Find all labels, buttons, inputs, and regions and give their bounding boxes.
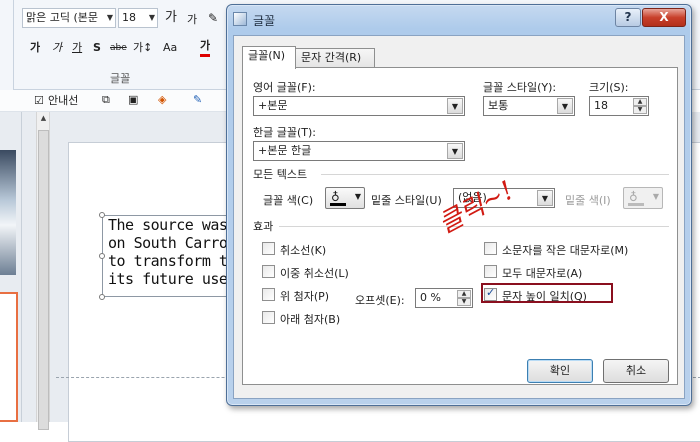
paint-bucket-icon: ♁ — [629, 190, 638, 204]
help-button[interactable]: ? — [615, 8, 641, 27]
font-color-swatch — [330, 203, 346, 206]
dialog-title: 글꼴 — [253, 14, 276, 28]
resize-handle[interactable] — [99, 253, 105, 259]
chevron-down-icon[interactable]: ▼ — [557, 98, 573, 114]
spin-up-icon[interactable]: ▲ — [457, 290, 471, 298]
slide-text-line: its future use as — [108, 270, 242, 288]
view-toolbar: ☑ 안내선 ⧉ ▣ ◈ ✎ — [0, 90, 230, 112]
latin-font-combo[interactable]: +본문 ▼ — [253, 96, 465, 116]
subscript-label[interactable]: 아래 첨자(B) — [280, 311, 340, 327]
guides-label: 안내선 — [48, 94, 79, 107]
shrink-font-button[interactable]: 가 — [187, 12, 197, 28]
font-group-label: 글꼴 — [110, 72, 131, 85]
font-color-button[interactable]: 가 — [200, 38, 211, 57]
picture-icon[interactable]: ▣ — [128, 92, 138, 108]
font-style-value: 보통 — [488, 99, 509, 112]
ribbon-left-edge — [0, 0, 14, 90]
dialog-app-icon — [233, 12, 247, 26]
slide-text-box[interactable]: The source was a on South Carroli to tra… — [102, 215, 242, 297]
strikethrough-button[interactable]: abe — [110, 40, 127, 56]
double-strikethrough-checkbox[interactable] — [262, 265, 275, 278]
superscript-checkbox[interactable] — [262, 288, 275, 301]
underline-color-label: 밑줄 색(I) — [565, 194, 611, 207]
underline-color-swatch — [628, 203, 644, 206]
font-color-label: 글꼴 색(C) — [263, 194, 314, 207]
clear-format-button[interactable]: ✎ — [208, 10, 218, 26]
offset-label: 오프셋(E): — [355, 294, 405, 307]
chevron-down-icon: ▼ — [354, 192, 361, 201]
all-text-section-title: 모든 텍스트 — [253, 168, 308, 181]
underline-button[interactable]: 가 — [72, 40, 82, 56]
latin-font-value: +본문 — [258, 99, 288, 112]
chevron-down-icon: ▼ — [148, 13, 155, 22]
slide-text-line: The source was a — [108, 216, 242, 234]
font-style-label: 글꼴 스타일(Y): — [483, 81, 557, 94]
vertical-scrollbar[interactable]: ▲ — [36, 112, 50, 430]
tab-font[interactable]: 글꼴(N) — [242, 46, 296, 69]
ok-button[interactable]: 확인 — [527, 359, 593, 383]
scroll-up-icon[interactable]: ▲ — [38, 114, 49, 125]
slide-thumbnail-selected[interactable] — [0, 292, 18, 422]
strikethrough-checkbox[interactable] — [262, 242, 275, 255]
paint-bucket-icon: ♁ — [331, 190, 340, 204]
char-spacing-button[interactable]: 가↕ — [133, 40, 152, 56]
slide-thumbnail[interactable] — [0, 150, 16, 275]
superscript-label[interactable]: 위 첨자(P) — [280, 288, 329, 304]
all-caps-label[interactable]: 모두 대문자로(A) — [502, 265, 582, 281]
resize-handle[interactable] — [99, 294, 105, 300]
effects-section-title: 효과 — [253, 220, 274, 233]
asian-font-label: 한글 글꼴(T): — [253, 126, 316, 139]
layout-icon[interactable]: ⧉ — [102, 92, 110, 108]
asian-font-value: +본문 한글 — [258, 144, 312, 157]
font-color-button[interactable]: ♁ ▼ — [325, 187, 365, 209]
scroll-thumb[interactable] — [38, 130, 49, 430]
subscript-checkbox[interactable] — [262, 311, 275, 324]
offset-value: 0 % — [420, 291, 441, 304]
small-caps-checkbox[interactable] — [484, 242, 497, 255]
highlight-box — [481, 283, 613, 303]
fill-icon[interactable]: ◈ — [158, 92, 166, 108]
change-case-button[interactable]: Aa — [163, 40, 177, 56]
chevron-down-icon[interactable]: ▼ — [537, 190, 553, 206]
spin-up-icon[interactable]: ▲ — [633, 98, 647, 106]
chevron-down-icon[interactable]: ▼ — [447, 143, 463, 159]
underline-style-label: 밑줄 스타일(U) — [371, 194, 442, 207]
font-size-value: 18 — [122, 11, 136, 24]
small-caps-label[interactable]: 소문자를 작은 대문자로(M) — [502, 242, 628, 258]
tab-character-spacing[interactable]: 문자 간격(R) — [295, 48, 375, 68]
size-value: 18 — [594, 99, 608, 112]
offset-spinner[interactable]: 0 % ▲ ▼ — [415, 288, 473, 308]
size-label: 크기(S): — [589, 81, 629, 94]
italic-button[interactable]: 가 — [52, 40, 62, 56]
slide-text-line: to transform the — [108, 252, 242, 270]
font-name-value: 맑은 고딕 (본문 — [26, 11, 99, 24]
grow-font-button[interactable]: 가 — [165, 10, 177, 26]
spin-down-icon[interactable]: ▼ — [633, 106, 647, 114]
slide-text-line: on South Carroli — [108, 234, 242, 252]
chevron-down-icon: ▼ — [652, 192, 659, 201]
spin-down-icon[interactable]: ▼ — [457, 298, 471, 306]
latin-font-label: 영어 글꼴(F): — [253, 81, 316, 94]
asian-font-combo[interactable]: +본문 한글 ▼ — [253, 141, 465, 161]
shadow-button[interactable]: S — [93, 40, 101, 56]
chevron-down-icon[interactable]: ▼ — [447, 98, 463, 114]
guides-checkbox[interactable]: ☑ — [34, 93, 44, 109]
font-name-combo[interactable]: 맑은 고딕 (본문 ▼ — [22, 8, 116, 28]
all-caps-checkbox[interactable] — [484, 265, 497, 278]
double-strikethrough-label[interactable]: 이중 취소선(L) — [280, 265, 349, 281]
dialog-titlebar[interactable]: 글꼴 ? X — [227, 5, 693, 35]
close-button[interactable]: X — [642, 8, 686, 27]
bold-button[interactable]: 가 — [30, 40, 40, 56]
resize-handle[interactable] — [99, 212, 105, 218]
underline-color-button: ♁ ▼ — [623, 187, 663, 209]
font-style-combo[interactable]: 보통 ▼ — [483, 96, 575, 116]
chevron-down-icon: ▼ — [106, 13, 113, 22]
font-size-combo[interactable]: 18 ▼ — [118, 8, 158, 28]
size-spinner[interactable]: 18 ▲ ▼ — [589, 96, 649, 116]
strikethrough-label[interactable]: 취소선(K) — [280, 242, 326, 258]
cancel-button[interactable]: 취소 — [603, 359, 669, 383]
pen-icon[interactable]: ✎ — [193, 92, 202, 108]
